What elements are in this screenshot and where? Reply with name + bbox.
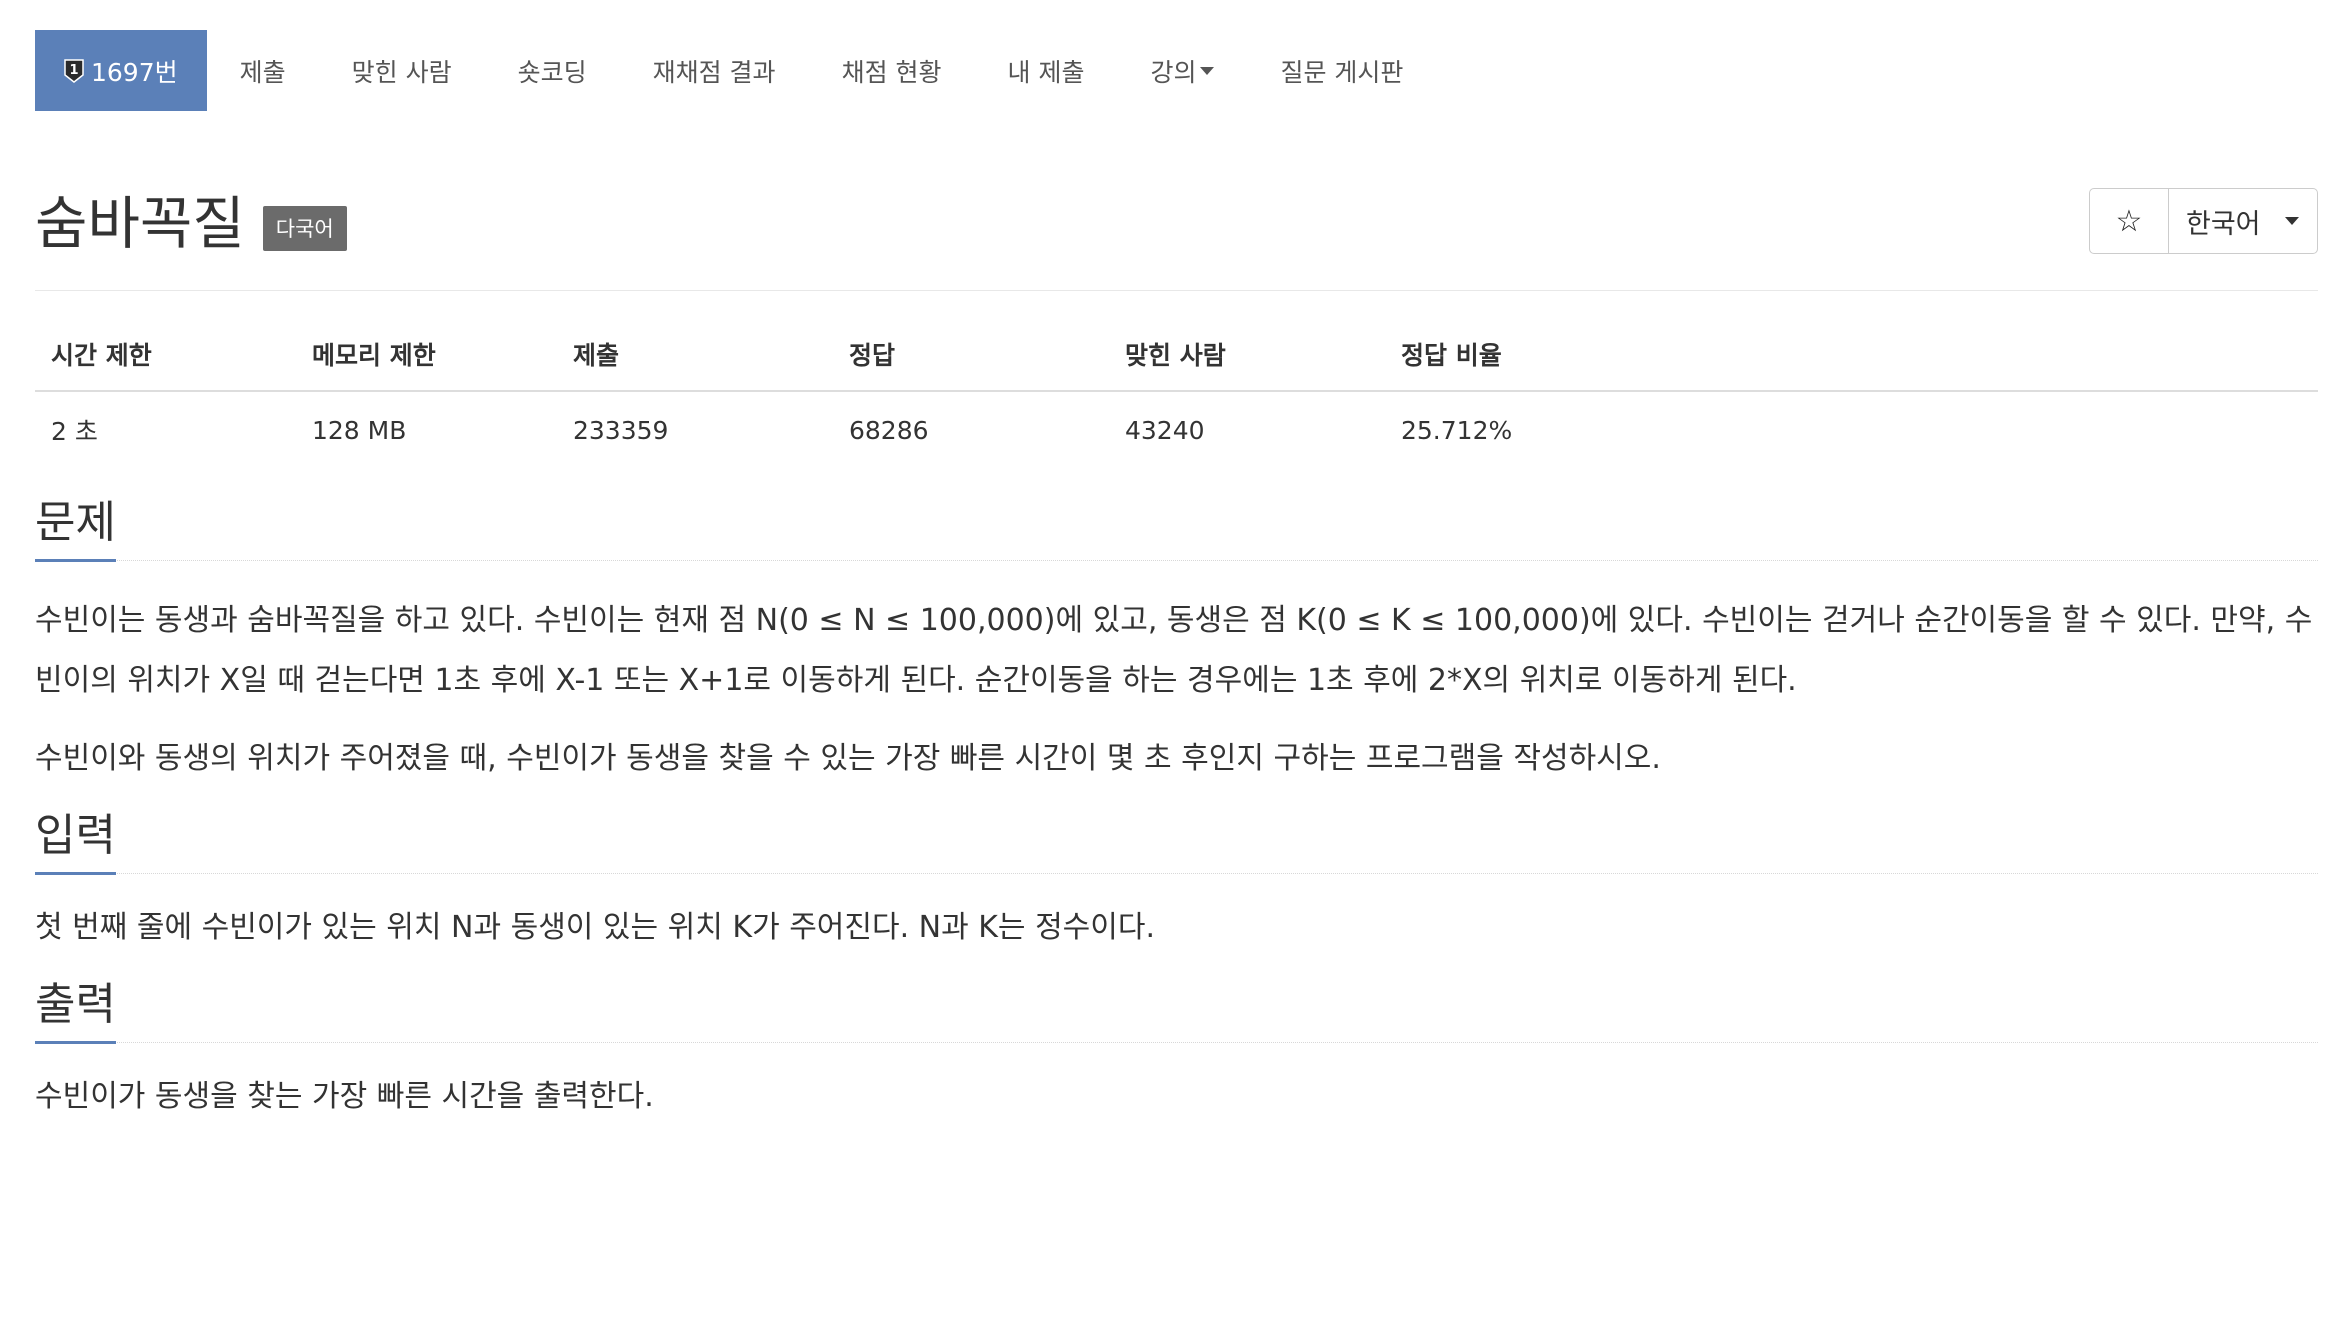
header-accepted: 정답: [833, 336, 1109, 392]
badge-number: 1: [69, 63, 78, 78]
nav-tab-solved-users[interactable]: 맞힌 사람: [319, 30, 485, 111]
nav-tab-problem[interactable]: 1 1697번: [35, 30, 207, 111]
nav-tab-my-submissions[interactable]: 내 제출: [975, 30, 1118, 111]
table-header-row: 시간 제한 메모리 제한 제출 정답 맞힌 사람 정답 비율: [35, 336, 2318, 392]
section-header: 입력: [35, 803, 2318, 875]
nav-tab-short-coding[interactable]: 숏코딩: [485, 30, 620, 111]
header-time-limit: 시간 제한: [35, 336, 296, 392]
language-select[interactable]: 한국어: [2169, 189, 2317, 253]
nav-tab-qna-board[interactable]: 질문 게시판: [1247, 30, 1436, 111]
header-controls: ☆ 한국어: [2089, 188, 2318, 254]
nav-tab-rejudge-results[interactable]: 재채점 결과: [620, 30, 809, 111]
multilingual-badge: 다국어: [262, 206, 347, 251]
problem-page: 1 1697번 제출 맞힌 사람 숏코딩 재채점 결과 채점 현황 내 제출 강…: [35, 30, 2318, 1127]
nav-tab-judge-status[interactable]: 채점 현황: [809, 30, 975, 111]
section-header: 문제: [35, 490, 2318, 562]
problem-description: 수빈이는 동생과 숨바꼭질을 하고 있다. 수빈이는 현재 점 N(0 ≤ N …: [35, 591, 2318, 789]
nav-tab-submit[interactable]: 제출: [207, 30, 319, 111]
time-limit-value: 2 초: [51, 417, 98, 446]
nav-dropdown-lectures[interactable]: 강의: [1117, 30, 1247, 111]
caret-down-icon: [1200, 66, 1215, 75]
caret-down-icon: [2284, 217, 2299, 225]
accept-ratio-value: 25.712%: [1401, 415, 1513, 445]
input-description: 첫 번째 줄에 수빈이가 있는 위치 N과 동생이 있는 위치 K가 주어진다.…: [35, 898, 2318, 958]
section-title-output: 출력: [35, 979, 116, 1044]
memory-limit-value: 128 MB: [312, 415, 407, 445]
problem-header: 숨바꼭질 다국어 ☆ 한국어: [35, 188, 2318, 262]
output-section: 출력 수빈이가 동생을 찾는 가장 빠른 시간을 출력한다.: [35, 972, 2318, 1127]
problem-title: 숨바꼭질: [35, 191, 245, 257]
nav-label-my-submissions: 내 제출: [1007, 57, 1085, 87]
ranked-shield-icon: 1: [63, 58, 85, 84]
header-divider: [35, 290, 2318, 291]
problem-info-table: 시간 제한 메모리 제한 제출 정답 맞힌 사람 정답 비율 2 초 128 M…: [35, 336, 2318, 448]
nav-label-submit: 제출: [239, 57, 286, 87]
table-row: 2 초 128 MB 233359 68286 43240 25.712%: [35, 391, 2318, 448]
nav-label-short-coding: 숏코딩: [517, 57, 587, 87]
problem-nav: 1 1697번 제출 맞힌 사람 숏코딩 재채점 결과 채점 현황 내 제출 강…: [35, 30, 2318, 111]
nav-label-rejudge-results: 재채점 결과: [652, 57, 776, 87]
nav-label-problem: 1697번: [91, 57, 178, 87]
input-paragraph: 첫 번째 줄에 수빈이가 있는 위치 N과 동생이 있는 위치 K가 주어진다.…: [35, 910, 1156, 945]
nav-label-judge-status: 채점 현황: [841, 57, 942, 87]
header-memory-limit: 메모리 제한: [296, 336, 557, 392]
output-paragraph: 수빈이가 동생을 찾는 가장 빠른 시간을 출력한다.: [35, 1079, 654, 1114]
nav-label-lectures: 강의: [1150, 57, 1197, 87]
section-header: 출력: [35, 972, 2318, 1044]
nav-label-solved-users: 맞힌 사람: [351, 57, 452, 87]
solved-users-value: 43240: [1125, 415, 1205, 445]
nav-label-qna-board: 질문 게시판: [1280, 57, 1404, 87]
header-accept-ratio: 정답 비율: [1385, 336, 2318, 392]
header-solved-users: 맞힌 사람: [1109, 336, 1385, 392]
section-title-problem: 문제: [35, 497, 116, 562]
favorite-star-button[interactable]: ☆: [2090, 189, 2169, 253]
accepted-value: 68286: [849, 415, 929, 445]
title-wrap: 숨바꼭질 다국어: [35, 191, 2318, 257]
section-title-input: 입력: [35, 810, 116, 875]
star-outline-icon: ☆: [2115, 203, 2143, 239]
header-submissions: 제출: [557, 336, 833, 392]
problem-description-section: 문제 수빈이는 동생과 숨바꼭질을 하고 있다. 수빈이는 현재 점 N(0 ≤…: [35, 490, 2318, 789]
output-description: 수빈이가 동생을 찾는 가장 빠른 시간을 출력한다.: [35, 1067, 2318, 1127]
input-section: 입력 첫 번째 줄에 수빈이가 있는 위치 N과 동생이 있는 위치 K가 주어…: [35, 803, 2318, 958]
language-select-value: 한국어: [2186, 208, 2261, 240]
submissions-value: 233359: [573, 415, 669, 445]
problem-paragraph: 수빈이는 동생과 숨바꼭질을 하고 있다. 수빈이는 현재 점 N(0 ≤ N …: [35, 603, 2313, 698]
problem-paragraph: 수빈이와 동생의 위치가 주어졌을 때, 수빈이가 동생을 찾을 수 있는 가장…: [35, 741, 1661, 776]
